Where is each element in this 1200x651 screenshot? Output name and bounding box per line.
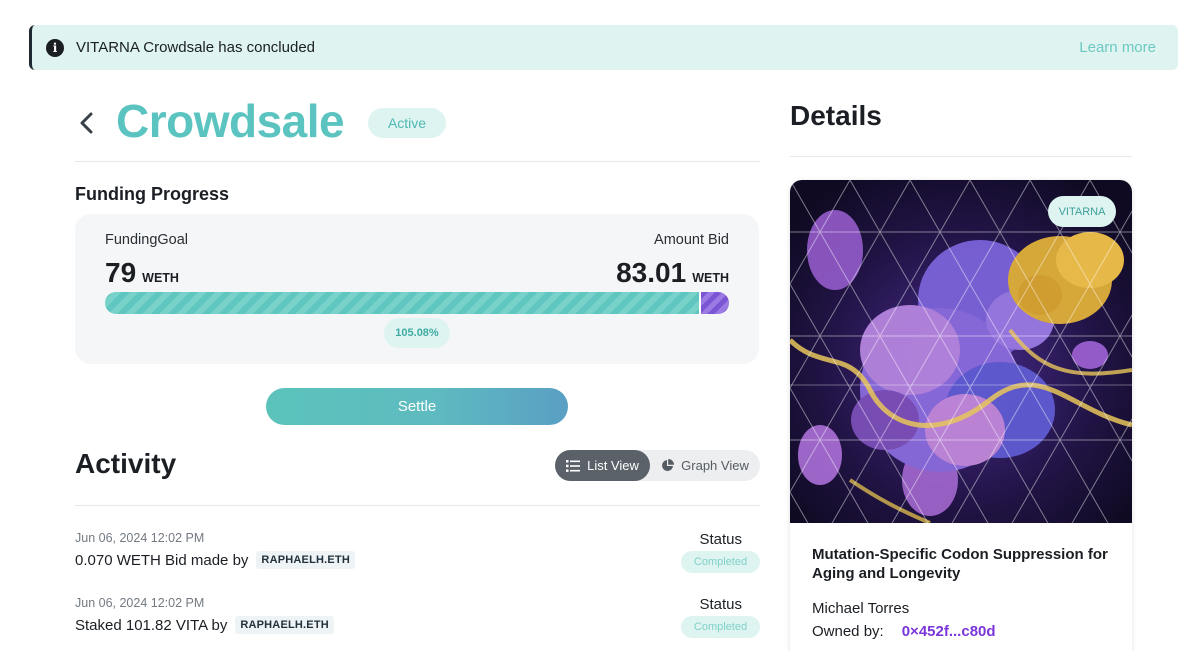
settle-button[interactable]: Settle — [266, 388, 568, 425]
funding-progress-bar — [105, 292, 729, 314]
amount-bid-value: 83.01 WETH — [616, 257, 729, 289]
activity-date: Jun 06, 2024 12:02 PM — [75, 596, 205, 610]
progress-fill-overfunded — [698, 292, 729, 314]
announcement-banner: i VITARNA Crowdsale has concluded Learn … — [29, 25, 1178, 70]
activity-heading: Activity — [75, 448, 177, 479]
activity-row: Jun 06, 2024 12:02 PM 0.070 WETH Bid mad… — [75, 531, 760, 583]
amount-bid-label: Amount Bid — [654, 232, 729, 248]
activity-date: Jun 06, 2024 12:02 PM — [75, 531, 205, 545]
activity-status-badge: Completed — [681, 551, 760, 573]
owner-address[interactable]: 0×452f...c80d — [902, 623, 996, 640]
details-heading: Details — [790, 100, 882, 131]
funding-goal-unit: WETH — [142, 271, 179, 285]
info-icon: i — [46, 38, 64, 57]
amount-bid-unit: WETH — [692, 271, 729, 285]
view-toggle: List View Graph View — [555, 450, 760, 481]
status-badge: Active — [368, 108, 446, 138]
activity-address[interactable]: RAPHAELH.ETH — [235, 616, 334, 634]
activity-description: Staked 101.82 VITA by RAPHAELH.ETH — [75, 616, 334, 634]
activity-divider — [75, 505, 760, 506]
funding-progress-heading: Funding Progress — [75, 184, 230, 204]
activity-status-label: Status — [699, 596, 742, 613]
learn-more-link[interactable]: Learn more — [1079, 39, 1156, 56]
activity-status-badge: Completed — [681, 616, 760, 638]
pie-chart-icon — [662, 459, 675, 471]
owned-by-label: Owned by: — [812, 623, 884, 640]
funding-goal-value: 79 WETH — [105, 257, 179, 289]
list-view-label: List View — [587, 458, 639, 473]
activity-text: 0.070 WETH Bid made by — [75, 551, 249, 569]
owned-by: Owned by: 0×452f...c80d — [812, 623, 996, 640]
project-artwork — [790, 180, 1132, 523]
graph-view-button[interactable]: Graph View — [650, 450, 760, 481]
activity-text: Staked 101.82 VITA by — [75, 616, 228, 634]
details-divider — [790, 156, 1132, 157]
funding-goal-label: FundingGoal — [105, 232, 189, 248]
project-author: Michael Torres — [812, 600, 910, 617]
project-card[interactable]: VITARNA Mutation-Specific Codon Suppress… — [790, 180, 1132, 651]
list-icon — [566, 459, 581, 472]
activity-row: Jun 06, 2024 12:02 PM Staked 101.82 VITA… — [75, 596, 760, 648]
banner-message: VITARNA Crowdsale has concluded — [76, 39, 316, 56]
list-view-button[interactable]: List View — [555, 450, 650, 481]
project-title[interactable]: Mutation-Specific Codon Suppression for … — [812, 545, 1117, 583]
graph-view-label: Graph View — [681, 458, 749, 473]
funding-progress-card: FundingGoal Amount Bid 79 WETH 83.01 WET… — [75, 214, 759, 364]
page-title: Crowdsale — [116, 95, 345, 147]
funding-goal-number: 79 — [105, 257, 137, 288]
amount-bid-number: 83.01 — [616, 257, 687, 288]
progress-percent-badge: 105.08% — [384, 318, 450, 348]
chevron-left-icon[interactable] — [76, 108, 98, 138]
header-divider — [75, 161, 760, 162]
activity-description: 0.070 WETH Bid made by RAPHAELH.ETH — [75, 551, 355, 569]
project-tag: VITARNA — [1048, 196, 1116, 227]
activity-address[interactable]: RAPHAELH.ETH — [256, 551, 355, 569]
progress-fill-goal — [105, 292, 699, 314]
activity-status-label: Status — [699, 531, 742, 548]
